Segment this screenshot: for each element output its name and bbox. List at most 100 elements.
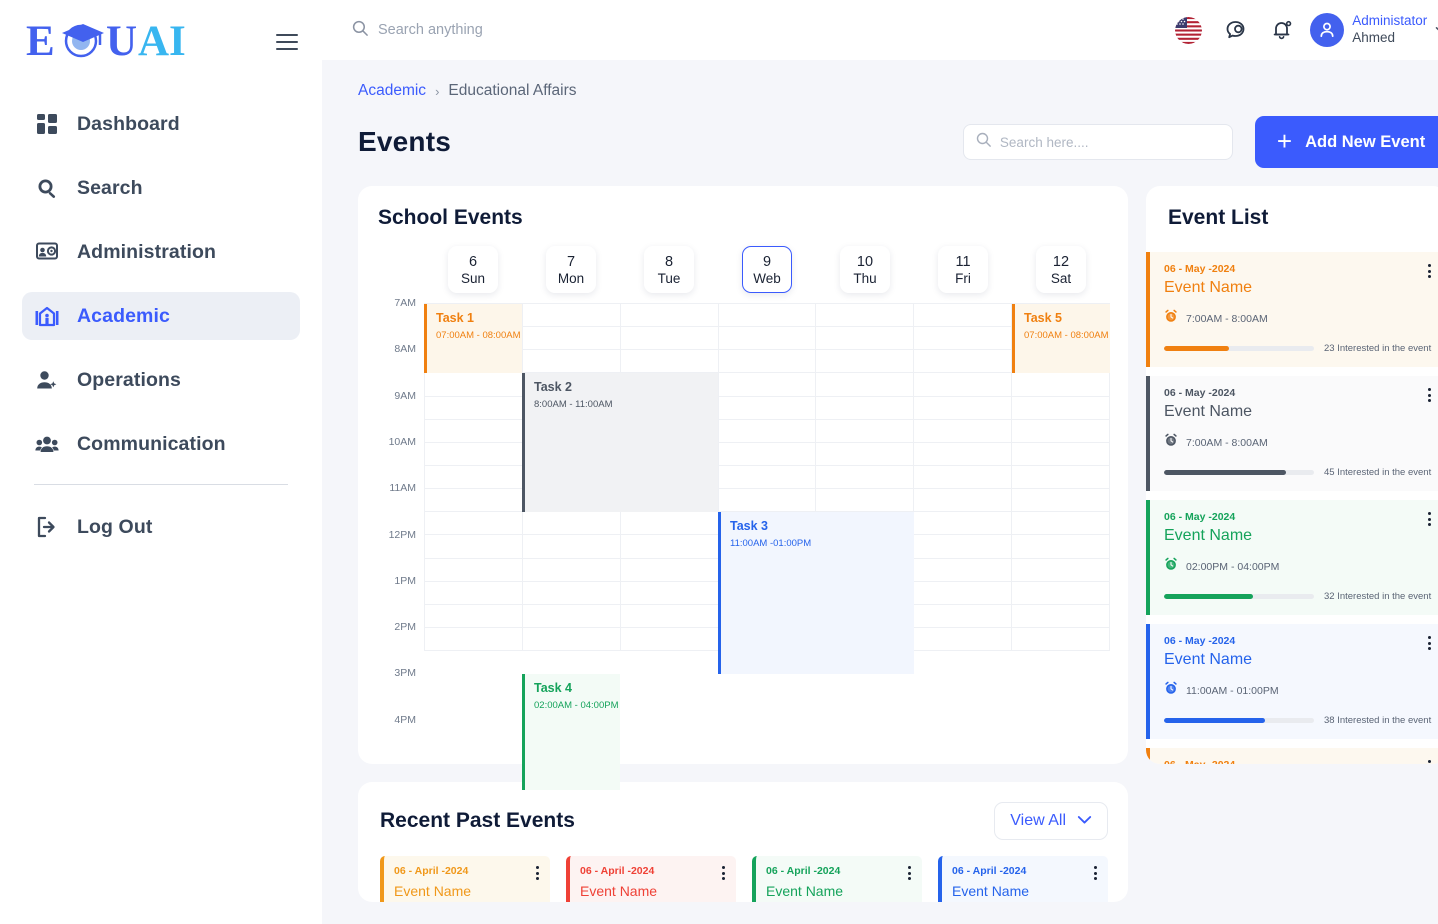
sidebar-item-operations[interactable]: Operations xyxy=(22,356,300,404)
sidebar-item-communication[interactable]: Communication xyxy=(22,420,300,468)
calendar-cell[interactable] xyxy=(522,512,621,536)
bell-icon[interactable] xyxy=(1270,18,1294,42)
calendar-event[interactable]: Task 4 02:00AM - 04:00PM xyxy=(522,674,620,791)
calendar-event[interactable]: Task 3 11:00AM -01:00PM xyxy=(718,512,914,675)
kebab-menu-icon[interactable] xyxy=(1428,760,1432,764)
calendar-cell[interactable] xyxy=(718,304,817,328)
calendar-cell[interactable] xyxy=(1012,373,1111,397)
calendar-cell[interactable] xyxy=(914,512,1013,536)
calendar-cell[interactable] xyxy=(424,627,523,652)
calendar-day-thu[interactable]: 10 Thu xyxy=(840,246,890,293)
global-search-input[interactable] xyxy=(378,22,758,38)
calendar-cell[interactable] xyxy=(914,558,1013,582)
kebab-menu-icon[interactable] xyxy=(908,866,911,880)
calendar-cell[interactable] xyxy=(620,304,719,328)
calendar-cell[interactable] xyxy=(1012,396,1111,420)
calendar-cell[interactable] xyxy=(424,512,523,536)
view-all-button[interactable]: View All xyxy=(994,802,1108,840)
calendar-cell[interactable] xyxy=(718,396,817,420)
calendar-cell[interactable] xyxy=(1012,512,1111,536)
calendar-cell[interactable] xyxy=(620,581,719,605)
calendar-cell[interactable] xyxy=(522,627,621,652)
calendar-cell[interactable] xyxy=(1012,442,1111,466)
sidebar-item-logout[interactable]: Log Out xyxy=(22,503,300,551)
calendar-cell[interactable] xyxy=(424,465,523,490)
calendar-day-sun[interactable]: 6 Sun xyxy=(448,246,498,293)
calendar-cell[interactable] xyxy=(620,627,719,652)
calendar-cell[interactable] xyxy=(816,465,915,490)
calendar-grid[interactable]: Task 1 07:00AM - 08:00AM Task 2 8:00AM - 11… xyxy=(424,303,1111,791)
calendar-cell[interactable] xyxy=(816,350,915,374)
calendar-cell[interactable] xyxy=(424,604,523,628)
calendar-cell[interactable] xyxy=(620,350,719,374)
calendar-cell[interactable] xyxy=(718,489,817,513)
kebab-menu-icon[interactable] xyxy=(536,866,539,880)
calendar-cell[interactable] xyxy=(914,581,1013,605)
calendar-cell[interactable] xyxy=(914,627,1013,652)
calendar-cell[interactable] xyxy=(424,419,523,443)
calendar-cell[interactable] xyxy=(424,373,523,397)
calendar-cell[interactable] xyxy=(816,327,915,351)
calendar-cell[interactable] xyxy=(816,373,915,397)
calendar-cell[interactable] xyxy=(718,442,817,466)
chat-icon[interactable] xyxy=(1224,18,1248,42)
calendar-day-mon[interactable]: 7 Mon xyxy=(546,246,596,293)
calendar-cell[interactable] xyxy=(816,442,915,466)
event-list-item[interactable]: 06 - May -2024 Event Name 11:00AM - 01:00P… xyxy=(1146,624,1438,739)
calendar-cell[interactable] xyxy=(1012,627,1111,652)
calendar-cell[interactable] xyxy=(718,465,817,490)
calendar-cell[interactable] xyxy=(1012,581,1111,605)
event-list-item[interactable]: 06 - May -2024Event Name07:00AM - 08:00A… xyxy=(1146,748,1438,764)
kebab-menu-icon[interactable] xyxy=(1094,866,1097,880)
event-list-item[interactable]: 06 - May -2024 Event Name 7:00AM - 8:00AM 4… xyxy=(1146,376,1438,491)
calendar-day-fri[interactable]: 11 Fri xyxy=(938,246,988,293)
event-list-item[interactable]: 06 - May -2024 Event Name 7:00AM - 8:00AM 2… xyxy=(1146,252,1438,367)
calendar-cell[interactable] xyxy=(914,327,1013,351)
calendar-cell[interactable] xyxy=(718,350,817,374)
calendar-cell[interactable] xyxy=(522,581,621,605)
calendar-cell[interactable] xyxy=(718,327,817,351)
calendar-cell[interactable] xyxy=(424,535,523,559)
calendar-cell[interactable] xyxy=(914,489,1013,513)
calendar-cell[interactable] xyxy=(522,350,621,374)
recent-past-card[interactable]: 06 - April -2024 Event Name xyxy=(566,856,736,902)
calendar-cell[interactable] xyxy=(1012,604,1111,628)
calendar-day-tue[interactable]: 8 Tue xyxy=(644,246,694,293)
calendar-cell[interactable] xyxy=(620,535,719,559)
calendar-cell[interactable] xyxy=(620,512,719,536)
calendar-cell[interactable] xyxy=(718,373,817,397)
calendar-event[interactable]: Task 5 07:00AM - 08:00AM xyxy=(1012,304,1110,374)
calendar-cell[interactable] xyxy=(620,327,719,351)
calendar-cell[interactable] xyxy=(1012,419,1111,443)
breadcrumb-parent[interactable]: Academic xyxy=(358,82,426,100)
calendar-cell[interactable] xyxy=(816,419,915,443)
calendar-cell[interactable] xyxy=(718,419,817,443)
calendar-cell[interactable] xyxy=(424,489,523,513)
calendar-event[interactable]: Task 2 8:00AM - 11:00AM xyxy=(522,373,718,513)
calendar-cell[interactable] xyxy=(1012,558,1111,582)
recent-past-card[interactable]: 06 - April -2024 Event Name xyxy=(752,856,922,902)
calendar-cell[interactable] xyxy=(522,535,621,559)
calendar-cell[interactable] xyxy=(522,327,621,351)
calendar-cell[interactable] xyxy=(914,396,1013,420)
calendar-cell[interactable] xyxy=(620,558,719,582)
calendar-cell[interactable] xyxy=(816,396,915,420)
calendar-cell[interactable] xyxy=(424,442,523,466)
kebab-menu-icon[interactable] xyxy=(722,866,725,880)
kebab-menu-icon[interactable] xyxy=(1428,512,1432,526)
global-search[interactable] xyxy=(352,20,1175,41)
calendar-cell[interactable] xyxy=(914,373,1013,397)
calendar-cell[interactable] xyxy=(424,396,523,420)
add-new-event-button[interactable]: + Add New Event xyxy=(1254,116,1438,168)
user-menu[interactable]: Administator Ahmed xyxy=(1310,13,1438,47)
calendar-cell[interactable] xyxy=(424,581,523,605)
calendar-cell[interactable] xyxy=(620,604,719,628)
calendar-cell[interactable] xyxy=(522,604,621,628)
sidebar-item-dashboard[interactable]: Dashboard xyxy=(22,100,300,148)
calendar-cell[interactable] xyxy=(914,350,1013,374)
calendar-cell[interactable] xyxy=(522,304,621,328)
sidebar-item-academic[interactable]: Academic xyxy=(22,292,300,340)
calendar-cell[interactable] xyxy=(522,558,621,582)
calendar-cell[interactable] xyxy=(424,558,523,582)
calendar-day-web[interactable]: 9 Web xyxy=(742,246,792,293)
